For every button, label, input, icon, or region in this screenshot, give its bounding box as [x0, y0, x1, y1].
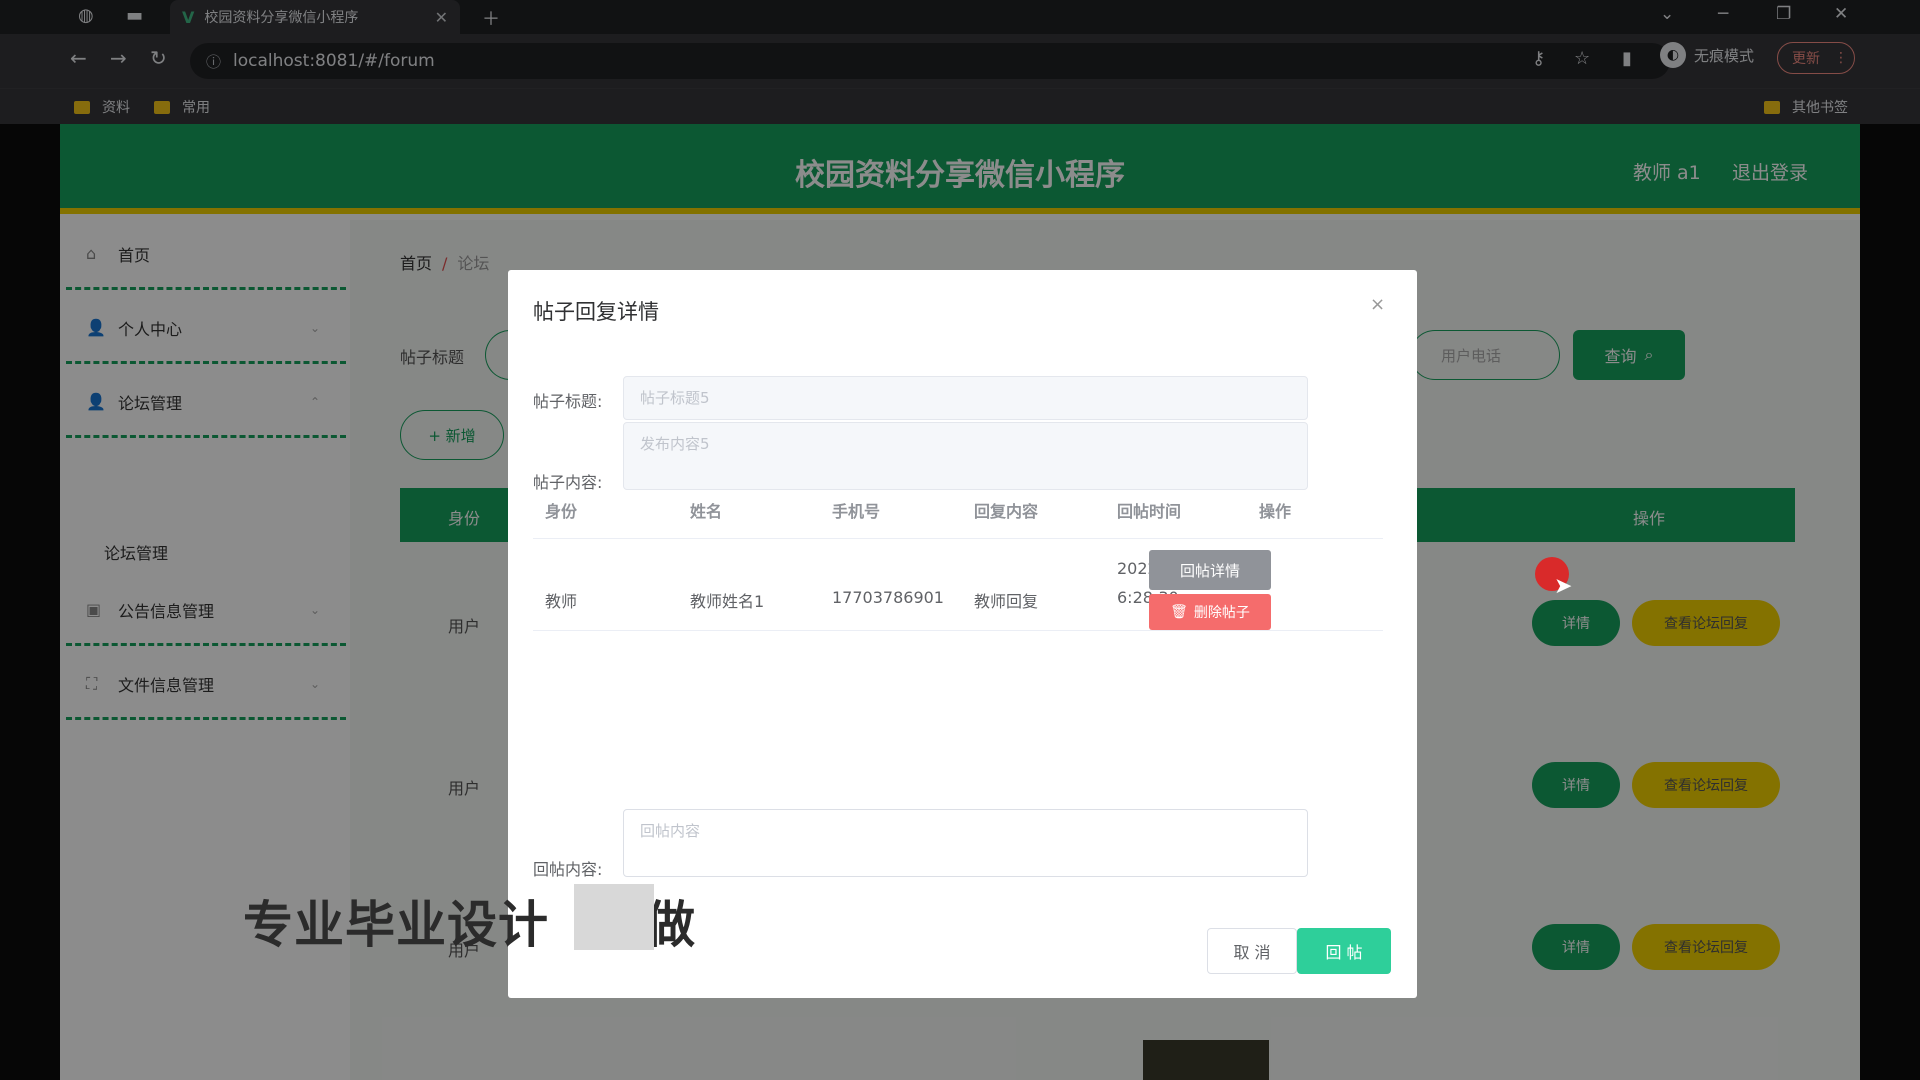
trash-icon: 🗑	[1170, 604, 1188, 620]
reply-detail-button[interactable]: 回帖详情	[1149, 550, 1271, 590]
cell-reply-content: 教师回复	[974, 592, 1039, 611]
mouse-cursor-icon: ➤	[1554, 574, 1573, 599]
delete-post-label: 删除帖子	[1193, 605, 1250, 621]
dialog-title: 帖子回复详情	[533, 300, 659, 324]
post-title-field[interactable]: 帖子标题5	[623, 376, 1308, 420]
column-identity: 身份	[545, 502, 578, 521]
column-phone: 手机号	[832, 502, 881, 521]
delete-post-button[interactable]: 🗑 删除帖子	[1149, 594, 1271, 630]
watermark-text: 专业毕业设计	[243, 896, 549, 954]
column-actions: 操作	[1259, 502, 1292, 521]
cancel-button[interactable]: 取 消	[1207, 928, 1297, 974]
reply-button[interactable]: 回 帖	[1297, 928, 1391, 974]
cell-name: 教师姓名1	[690, 592, 765, 611]
cell-identity: 教师	[545, 592, 578, 611]
post-title-label: 帖子标题:	[533, 392, 603, 411]
column-reply-content: 回复内容	[974, 502, 1039, 521]
cell-phone: 17703786901	[832, 588, 944, 607]
column-name: 姓名	[690, 502, 723, 521]
reply-content-input[interactable]: 回帖内容	[623, 809, 1308, 877]
post-content-field[interactable]: 发布内容5	[623, 422, 1308, 490]
reply-content-label: 回帖内容:	[533, 860, 603, 879]
column-reply-time: 回帖时间	[1117, 502, 1182, 521]
row-divider	[533, 630, 1383, 631]
post-content-label: 帖子内容:	[533, 473, 603, 492]
header-divider	[533, 538, 1383, 539]
blurred-patch	[574, 884, 654, 950]
close-icon[interactable]: ×	[1370, 294, 1385, 315]
